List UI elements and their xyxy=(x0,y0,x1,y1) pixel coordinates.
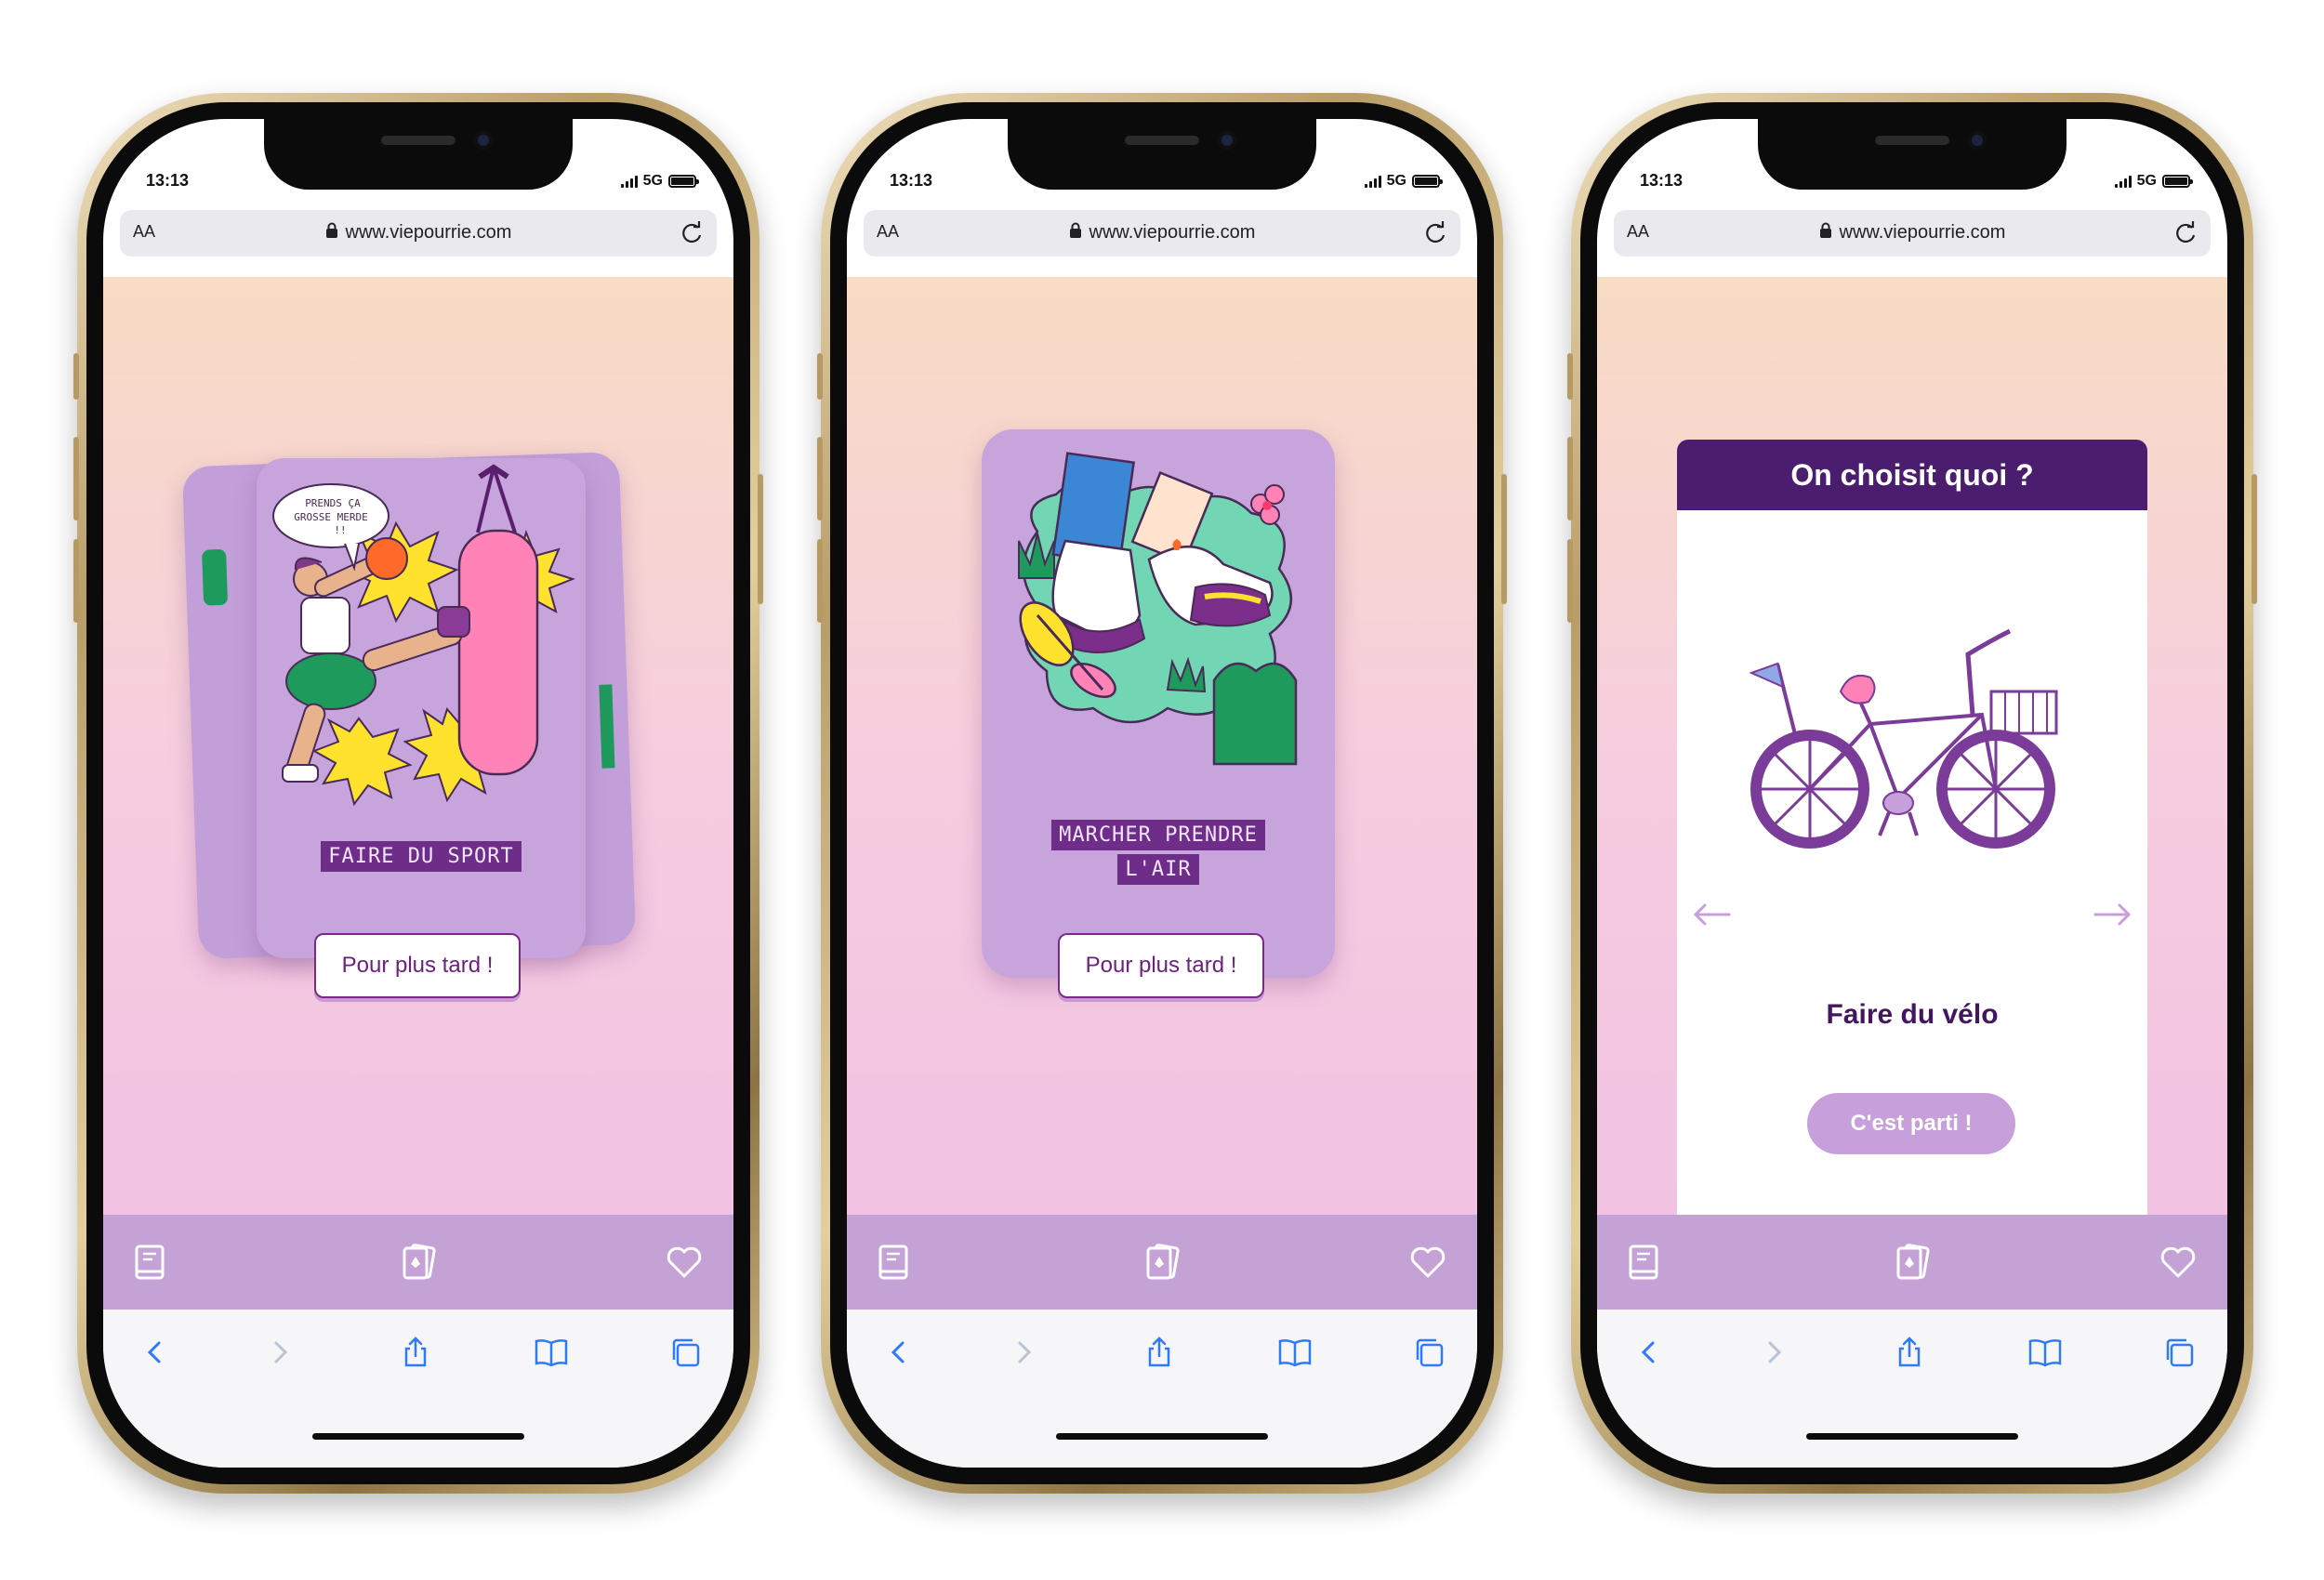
battery-icon xyxy=(2162,175,2193,188)
page-content: PRENDS ÇA GROSSE MERDE !! FAIRE DU SPORT… xyxy=(103,277,733,1215)
choice-modal: On choisit quoi ? Faire du vélo C'est pa… xyxy=(1677,440,2147,1276)
network-label: 5G xyxy=(642,173,663,189)
bookmarks-icon[interactable] xyxy=(533,1334,570,1371)
safari-toolbar xyxy=(1597,1310,2227,1468)
lock-icon xyxy=(325,222,337,238)
url-text: www.viepourrie.com xyxy=(345,222,512,243)
network-label: 5G xyxy=(2136,173,2157,189)
book-icon[interactable] xyxy=(1623,1241,1666,1284)
card-label-line-1: FAIRE DU SPORT xyxy=(321,841,522,872)
phone-screen: 13:13 5G AA www.viepourrie.com xyxy=(103,119,733,1468)
bookmarks-icon[interactable] xyxy=(1276,1334,1314,1371)
card-label: FAIRE DU SPORT xyxy=(257,839,586,874)
forward-icon[interactable] xyxy=(1755,1334,1792,1371)
back-icon[interactable] xyxy=(880,1334,918,1371)
reload-icon[interactable] xyxy=(678,219,706,247)
activity-card[interactable]: MARCHER PRENDRE L'AIR xyxy=(982,429,1335,978)
speech-bubble-line-3: !! xyxy=(334,524,346,536)
later-button[interactable]: Pour plus tard ! xyxy=(1058,933,1264,998)
share-icon[interactable] xyxy=(1141,1334,1178,1371)
signal-icon xyxy=(1364,175,1381,188)
activity-card[interactable]: PRENDS ÇA GROSSE MERDE !! FAIRE DU SPORT xyxy=(257,458,586,958)
home-indicator xyxy=(312,1433,524,1440)
phone-mockup-3: 13:13 5G AA www.viepourrie.com On choisi… xyxy=(1567,93,2257,1494)
signal-icon xyxy=(620,175,638,188)
app-nav-bar xyxy=(1597,1215,2227,1310)
bicycle-illustration xyxy=(1749,628,2058,849)
address-bar[interactable]: AA www.viepourrie.com xyxy=(120,210,717,257)
lock-icon xyxy=(1819,222,1831,238)
arrow-right-icon[interactable] xyxy=(2092,901,2134,928)
reload-icon[interactable] xyxy=(2172,219,2199,247)
back-icon[interactable] xyxy=(1631,1334,1668,1371)
signal-icon xyxy=(2114,175,2132,188)
walking-illustration xyxy=(1018,452,1298,766)
tabs-icon[interactable] xyxy=(1410,1334,1447,1371)
page-content: MARCHER PRENDRE L'AIR Pour plus tard ! xyxy=(847,277,1477,1215)
lock-icon xyxy=(1069,222,1081,238)
card-label: MARCHER PRENDRE L'AIR xyxy=(982,818,1335,887)
book-icon[interactable] xyxy=(873,1241,916,1284)
safari-toolbar xyxy=(847,1310,1477,1468)
forward-icon[interactable] xyxy=(261,1334,298,1371)
url-text: www.viepourrie.com xyxy=(1089,222,1256,243)
address-bar[interactable]: AA www.viepourrie.com xyxy=(1614,210,2211,257)
status-time: 13:13 xyxy=(1640,171,1684,190)
speech-bubble-line-1: PRENDS ÇA xyxy=(305,497,361,509)
speech-bubble-line-2: GROSSE MERDE xyxy=(294,511,367,523)
phone-screen: 13:13 5G AA www.viepourrie.com On choisi… xyxy=(1597,119,2227,1468)
address-bar[interactable]: AA www.viepourrie.com xyxy=(864,210,1460,257)
app-nav-bar xyxy=(847,1215,1477,1310)
cards-icon[interactable] xyxy=(1141,1241,1183,1284)
card-label-line-2: L'AIR xyxy=(1117,854,1199,885)
notch xyxy=(1758,119,2067,190)
notch xyxy=(264,119,573,190)
notch xyxy=(1008,119,1316,190)
back-icon[interactable] xyxy=(137,1334,174,1371)
card-label-line-1: MARCHER PRENDRE xyxy=(1051,820,1265,850)
url-text: www.viepourrie.com xyxy=(1839,222,2006,243)
phone-screen: 13:13 5G AA www.viepourrie.com xyxy=(847,119,1477,1468)
reload-icon[interactable] xyxy=(1421,219,1449,247)
heart-icon[interactable] xyxy=(663,1241,706,1284)
book-icon[interactable] xyxy=(129,1241,172,1284)
arrow-left-icon[interactable] xyxy=(1690,901,1733,928)
battery-icon xyxy=(668,175,699,188)
later-button[interactable]: Pour plus tard ! xyxy=(314,933,521,998)
status-time: 13:13 xyxy=(890,171,933,190)
share-icon[interactable] xyxy=(397,1334,434,1371)
tabs-icon[interactable] xyxy=(667,1334,704,1371)
app-nav-bar xyxy=(103,1215,733,1310)
battery-icon xyxy=(1412,175,1443,188)
network-label: 5G xyxy=(1386,173,1406,189)
phone-mockup-2: 13:13 5G AA www.viepourrie.com MARCHER P… xyxy=(817,93,1507,1494)
safari-toolbar xyxy=(103,1310,733,1468)
status-time: 13:13 xyxy=(146,171,190,190)
cards-icon[interactable] xyxy=(1891,1241,1934,1284)
phone-mockup-1: 13:13 5G AA www.viepourrie.com PRENDS ÇA… xyxy=(73,93,763,1494)
tabs-icon[interactable] xyxy=(2160,1334,2198,1371)
activity-name: Faire du vélo xyxy=(1826,999,1999,1030)
modal-title: On choisit quoi ? xyxy=(1677,440,2147,510)
share-icon[interactable] xyxy=(1891,1334,1928,1371)
heart-icon[interactable] xyxy=(2157,1241,2199,1284)
cards-icon[interactable] xyxy=(397,1241,440,1284)
forward-icon[interactable] xyxy=(1005,1334,1042,1371)
boxing-illustration: PRENDS ÇA GROSSE MERDE !! xyxy=(272,464,575,807)
home-indicator xyxy=(1056,1433,1268,1440)
home-indicator xyxy=(1806,1433,2018,1440)
start-button[interactable]: C'est parti ! xyxy=(1807,1093,2015,1154)
heart-icon[interactable] xyxy=(1406,1241,1449,1284)
bookmarks-icon[interactable] xyxy=(2027,1334,2064,1371)
